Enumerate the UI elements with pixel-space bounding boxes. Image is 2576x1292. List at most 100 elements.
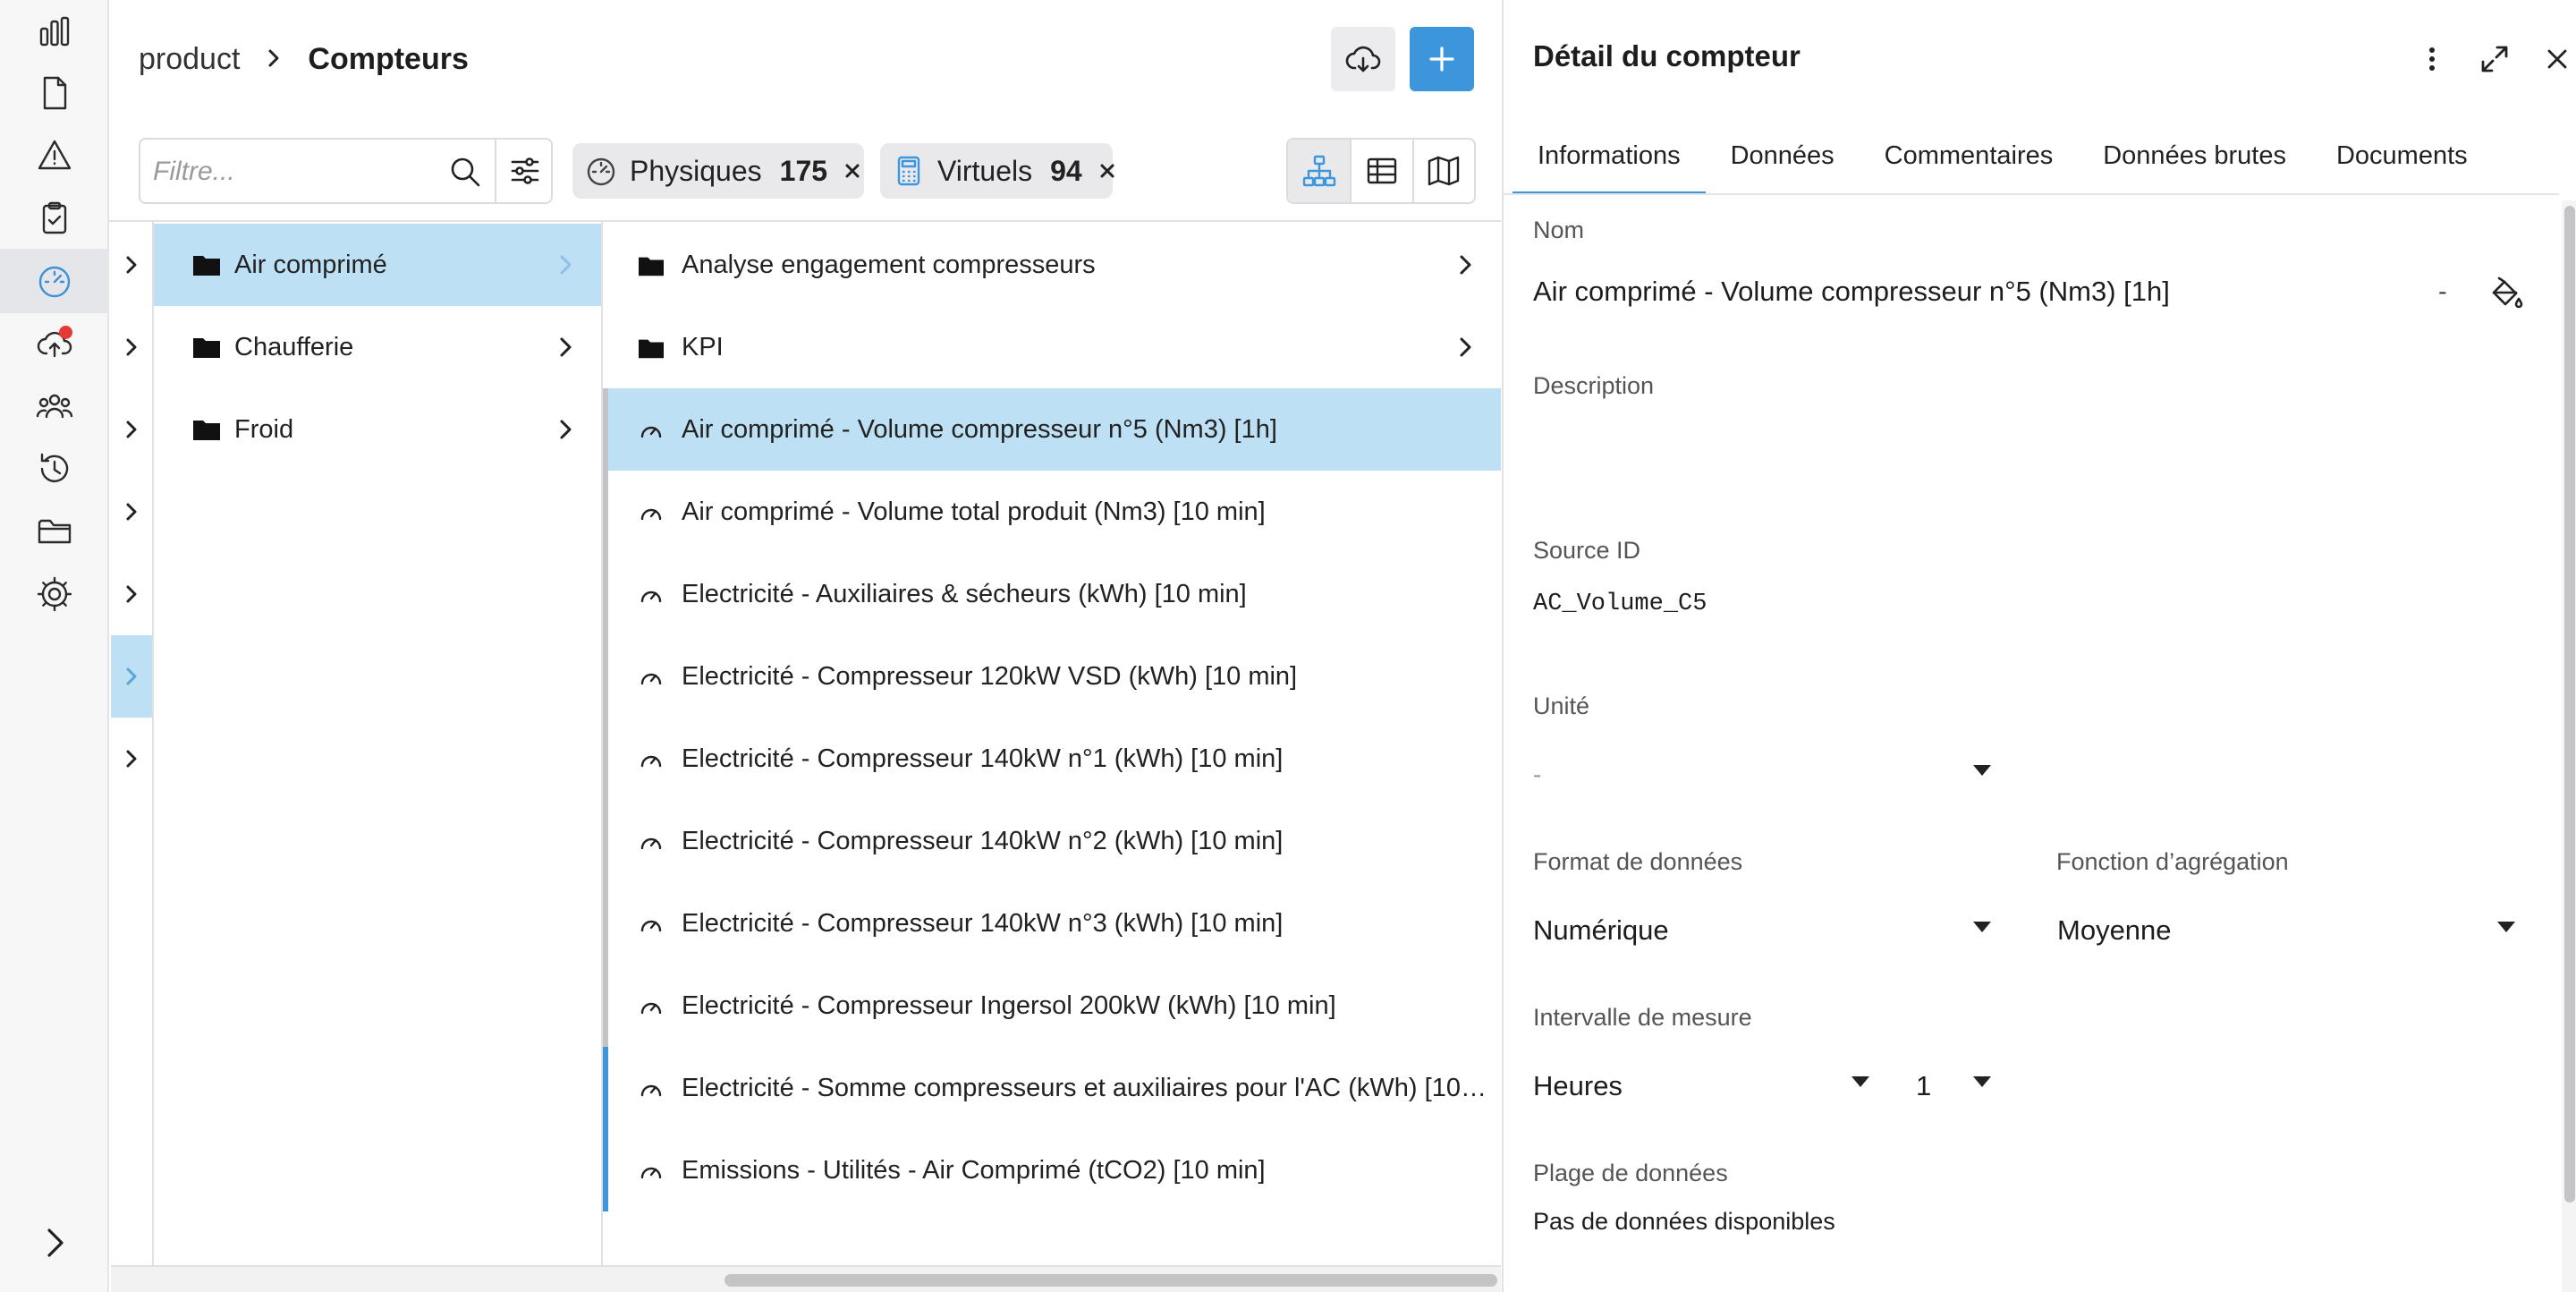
source-id-value: AC_Volume_C5 [1533,591,1707,617]
horizontal-scrollbar-thumb[interactable] [724,1274,1497,1287]
tree-node-expand[interactable] [111,553,152,635]
aggregation-select[interactable]: Moyenne [2057,914,2172,947]
meter-type-indicator [603,718,608,800]
meter-row[interactable]: Electricité - Compresseur 140kW n°1 (kWh… [603,718,1501,800]
filter-chip-virtuels[interactable]: Virtuels 94 [880,143,1116,199]
tab-commentaires[interactable]: Commentaires [1860,134,2079,195]
caret-down-icon[interactable] [1852,1076,1869,1087]
sidebar-item-alerts[interactable] [0,123,109,188]
caret-down-icon[interactable] [1973,922,1991,932]
map-view-button[interactable] [1411,140,1474,202]
map-icon [1428,156,1460,186]
folder-row[interactable]: Froid [154,388,601,471]
meter-label: Electricité - Compresseur 120kW VSD (kWh… [682,662,1298,691]
users-icon [36,394,73,419]
tab-informations[interactable]: Informations [1513,134,1706,195]
caret-down-icon[interactable] [1973,1076,1991,1087]
tab-documents[interactable]: Documents [2311,134,2493,195]
data-range-label: Plage de données [1533,1160,1728,1186]
meter-row[interactable]: Air comprimé - Volume total produit (Nm3… [603,471,1501,553]
chevron-right-icon [555,335,576,367]
sidebar-item-history[interactable] [0,437,109,501]
gauge-icon [639,830,664,854]
close-panel-button[interactable] [2534,36,2576,82]
sidebar-item-tasks[interactable] [0,186,109,251]
meter-row[interactable]: Air comprimé - Volume compresseur n°5 (N… [603,388,1501,471]
chip-label: Physiques [630,154,762,187]
folder-icon [193,419,220,440]
notification-dot [59,326,72,339]
tree-node-expand[interactable] [111,471,152,553]
chevron-right-icon [555,252,576,285]
sidebar-item-imports[interactable] [0,311,109,376]
description-field[interactable] [1533,421,2517,474]
sidebar-item-users[interactable] [0,374,109,438]
expand-panel-button[interactable] [2471,36,2518,82]
document-icon [43,76,67,110]
tab-donnees[interactable]: Données [1706,134,1860,195]
sidebar-item-dashboards[interactable] [0,0,109,64]
sidebar-expand-button[interactable] [0,1211,109,1274]
sidebar-item-settings[interactable] [0,562,109,626]
meter-row[interactable]: Electricité - Compresseur 140kW n°3 (kWh… [603,882,1501,965]
tree-node-expand[interactable] [111,224,152,306]
filter-input[interactable] [153,149,430,195]
close-icon[interactable] [843,162,861,180]
gauge-icon [639,1077,664,1101]
meter-label: Air comprimé - Volume total produit (Nm3… [682,497,1266,526]
folder-row[interactable]: Analyse engagement compresseurs [603,224,1501,306]
search-icon [451,157,480,187]
data-format-select[interactable]: Numérique [1533,914,1669,947]
tree-node-expand[interactable] [111,635,152,718]
meter-row[interactable]: Electricité - Compresseur Ingersol 200kW… [603,965,1501,1047]
chip-label: Virtuels [937,154,1033,187]
filter-chip-physiques[interactable]: Physiques 175 [572,143,864,199]
cloud-download-icon [1345,46,1381,72]
tree-view-button[interactable] [1288,140,1351,202]
meter-type-indicator [603,635,608,718]
meter-row[interactable]: Electricité - Somme compresseurs et auxi… [603,1047,1501,1129]
vertical-scrollbar-thumb[interactable] [2564,206,2575,1203]
meter-label: Emissions - Utilités - Air Comprimé (tCO… [682,1156,1266,1185]
filter-settings-button[interactable] [495,140,553,202]
sidebar-item-reports[interactable] [0,61,109,125]
download-button[interactable] [1331,27,1395,91]
add-meter-button[interactable] [1410,27,1474,91]
tree-node-expand[interactable] [111,718,152,800]
folder-row[interactable]: KPI [603,306,1501,388]
tab-donnees-brutes[interactable]: Données brutes [2078,134,2311,195]
search-button[interactable] [443,150,487,193]
more-options-button[interactable] [2409,36,2455,82]
folder-row[interactable]: Chaufferie [154,306,601,388]
folder-label: KPI [682,333,724,361]
sidebar-item-meters[interactable] [0,249,109,313]
meter-row[interactable]: Electricité - Auxiliaires & sécheurs (kW… [603,553,1501,635]
interval-label: Intervalle de mesure [1533,1004,1752,1031]
meter-row[interactable]: Electricité - Compresseur 120kW VSD (kWh… [603,635,1501,718]
table-view-button[interactable] [1350,140,1411,202]
name-field[interactable]: Air comprimé - Volume compresseur n°5 (N… [1533,276,2170,308]
chevron-right-icon [126,503,137,521]
interval-count-select[interactable]: 1 [1916,1070,1931,1102]
color-picker-button[interactable] [2484,272,2527,315]
caret-down-icon[interactable] [1973,765,1991,776]
close-icon[interactable] [1098,162,1116,180]
meter-type-indicator [603,471,608,553]
chevron-right-icon [1454,252,1476,285]
caret-down-icon[interactable] [2497,922,2515,932]
meter-row[interactable]: Emissions - Utilités - Air Comprimé (tCO… [603,1129,1501,1211]
tree-node-expand[interactable] [111,388,152,471]
filter-box [139,138,553,204]
unit-select[interactable]: - [1533,761,1541,789]
data-range-value: Pas de données disponibles [1533,1208,1835,1235]
gauge-icon [639,666,664,689]
meter-row[interactable]: Electricité - Compresseur 140kW n°2 (kWh… [603,800,1501,882]
tree-node-expand[interactable] [111,306,152,388]
sidebar-item-files[interactable] [0,499,109,564]
columns-top-border [109,220,1501,222]
interval-unit-select[interactable]: Heures [1533,1070,1623,1102]
chevron-right-icon [126,256,137,274]
folder-row[interactable]: Air comprimé [154,224,601,306]
meter-type-indicator [603,882,608,965]
breadcrumb-root-link[interactable]: product [139,42,240,77]
